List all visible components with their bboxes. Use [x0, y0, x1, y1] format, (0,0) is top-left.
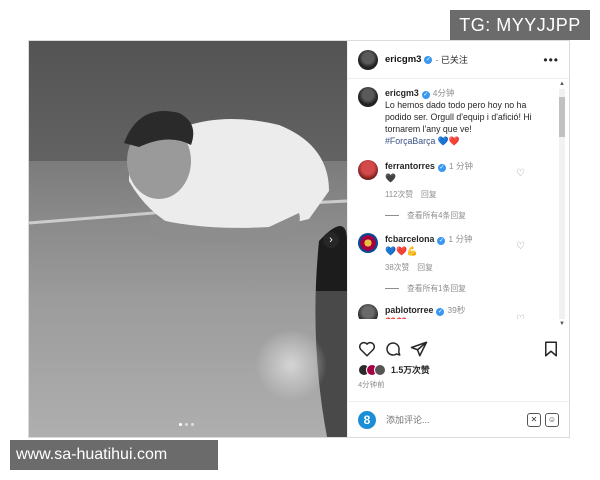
comment: ferrantorres ✓ 1 分钟 🖤 112次赞 回复 ♡: [358, 160, 547, 201]
screenshot: TG: MYYJJPP › ericgm3 ✓ · 已关注 ••• ericgm…: [0, 0, 600, 480]
carousel-dot: [179, 423, 182, 426]
avatar: [374, 363, 386, 376]
scrollbar-thumb[interactable]: [559, 97, 565, 137]
comment-text: ❤️❤️: [385, 317, 407, 319]
avatar[interactable]: [358, 160, 378, 180]
verified-icon: ✓: [424, 55, 433, 64]
verified-icon: ✓: [437, 237, 446, 245]
comment-text: 🖤: [385, 173, 396, 183]
comment: pablotorree✓39秒 ❤️❤️ ♡: [358, 304, 547, 319]
bookmark-icon[interactable]: [542, 340, 560, 358]
caption: ericgm3 ✓ 4分钟 Lo hemos dado todo pero hoy …: [358, 87, 547, 147]
comment-username[interactable]: ferrantorres: [385, 161, 435, 171]
instagram-post: › ericgm3 ✓ · 已关注 ••• ericgm3 ✓ 4分钟 Lo h…: [28, 40, 570, 438]
comment-likes[interactable]: 112次赞: [385, 190, 413, 199]
avatar[interactable]: [358, 87, 378, 107]
post-timestamp: 4分钟前: [358, 380, 385, 389]
heart-icon[interactable]: ♡: [516, 314, 525, 319]
follow-status[interactable]: · 已关注: [435, 53, 468, 66]
caption-username[interactable]: ericgm3: [385, 88, 419, 98]
comments-scrollbar[interactable]: [559, 89, 565, 319]
verified-icon: ✓: [436, 308, 445, 316]
reply-button[interactable]: 回复: [421, 190, 437, 199]
emoji-icon[interactable]: 8: [358, 410, 376, 429]
verified-icon: ✓: [421, 91, 430, 99]
carousel-dot: [191, 423, 194, 426]
caption-hashtag[interactable]: #ForçaBarça: [385, 136, 435, 146]
caption-body: ericgm3 ✓ 4分钟 Lo hemos dado todo pero hoy …: [385, 87, 547, 147]
comments-list[interactable]: ericgm3 ✓ 4分钟 Lo hemos dado todo pero hoy …: [348, 79, 569, 319]
caption-time: 4分钟: [432, 88, 455, 98]
scroll-down-arrow[interactable]: ▼: [559, 321, 565, 327]
comment-time: 1 分钟: [448, 234, 473, 244]
comment-username[interactable]: pablotorree: [385, 305, 433, 315]
comment-meta: 38次赞 回复: [385, 262, 547, 274]
player-photo: [29, 41, 347, 437]
carousel-dots: [179, 423, 194, 426]
likes-summary[interactable]: 1.5万次赞: [358, 363, 430, 376]
share-icon[interactable]: [410, 340, 428, 358]
comment-body: fcbarcelona ✓ 1 分钟 💙❤️💪 38次赞 回复: [385, 233, 547, 274]
avatar[interactable]: [358, 233, 378, 253]
comment-time: 39秒: [447, 305, 466, 315]
avatar[interactable]: [358, 49, 378, 70]
comment-username[interactable]: fcbarcelona: [385, 234, 434, 244]
comment-time: 1 分钟: [448, 161, 473, 171]
caption-text: Lo hemos dado todo pero hoy no ha podido…: [385, 100, 532, 134]
caption-emoji: 💙❤️: [437, 136, 460, 146]
avatar[interactable]: [358, 304, 378, 319]
heart-icon[interactable]: ♡: [516, 168, 525, 179]
view-replies[interactable]: 查看所有4条回复: [385, 210, 547, 221]
comment-icon[interactable]: [384, 340, 402, 358]
more-options-icon[interactable]: •••: [543, 53, 559, 67]
comment-body: ferrantorres ✓ 1 分钟 🖤 112次赞 回复: [385, 160, 547, 201]
smile-icon[interactable]: ☺: [545, 412, 559, 427]
post-sidebar: ericgm3 ✓ · 已关注 ••• ericgm3 ✓ 4分钟 Lo hemos…: [347, 41, 569, 437]
comment-text: 💙❤️💪: [385, 246, 418, 256]
heart-icon[interactable]: [358, 340, 376, 358]
header-username[interactable]: ericgm3: [385, 54, 421, 65]
view-replies[interactable]: 查看所有1条回复: [385, 283, 547, 294]
post-photo[interactable]: ›: [29, 41, 347, 437]
comment-likes[interactable]: 38次赞: [385, 263, 409, 272]
verified-icon: ✓: [437, 164, 446, 172]
tg-watermark: TG: MYYJJPP: [450, 10, 590, 40]
close-icon[interactable]: ✕: [527, 412, 541, 427]
reply-button[interactable]: 回复: [417, 263, 433, 272]
likes-count[interactable]: 1.5万次赞: [391, 363, 430, 376]
carousel-dot: [185, 423, 188, 426]
scroll-up-arrow[interactable]: ▲: [559, 81, 565, 87]
site-watermark: www.sa-huatihui.com: [10, 440, 218, 470]
chevron-right-icon[interactable]: ›: [323, 232, 339, 248]
comment-controls: ✕ ☺: [527, 412, 559, 427]
comment: fcbarcelona ✓ 1 分钟 💙❤️💪 38次赞 回复 ♡: [358, 233, 547, 274]
add-comment-bar: 8 ✕ ☺: [348, 401, 569, 437]
post-header: ericgm3 ✓ · 已关注 •••: [348, 41, 569, 79]
comment-meta: 112次赞 回复: [385, 189, 547, 201]
post-actions: [358, 340, 560, 358]
heart-icon[interactable]: ♡: [516, 241, 525, 252]
comment-input[interactable]: [386, 414, 506, 425]
